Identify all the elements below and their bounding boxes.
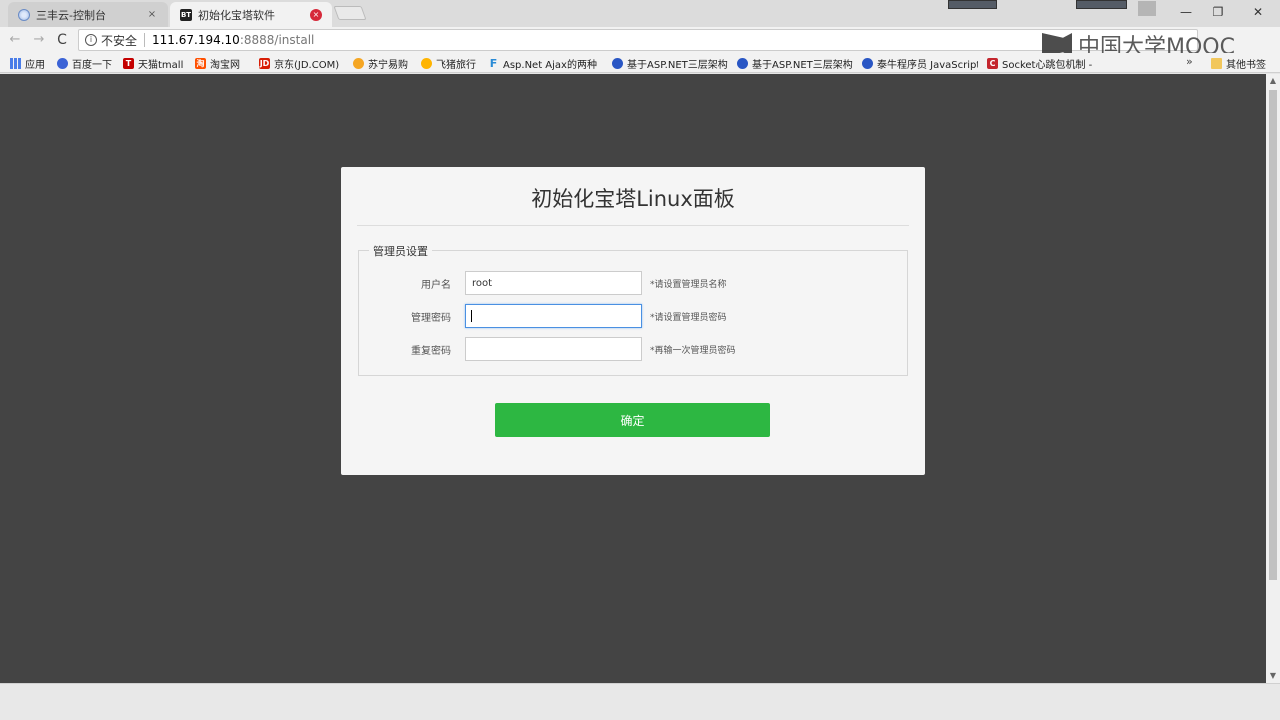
scroll-thumb[interactable] bbox=[1269, 90, 1277, 580]
password-label: 管理密码 bbox=[411, 313, 451, 324]
tab-close-icon[interactable]: × bbox=[146, 9, 158, 21]
username-row: 用户名 *请设置管理员名称 bbox=[359, 271, 907, 295]
security-label[interactable]: 不安全 bbox=[101, 32, 137, 49]
bookmark-apps[interactable]: 应用 bbox=[10, 55, 45, 71]
recorder-thumbnail bbox=[948, 0, 997, 9]
bookmark-suning[interactable]: 苏宁易购 bbox=[353, 55, 408, 71]
page-title: 初始化宝塔Linux面板 bbox=[531, 187, 735, 211]
password-hint: *请设置管理员密码 bbox=[650, 313, 727, 323]
username-hint: *请设置管理员名称 bbox=[650, 280, 727, 290]
recorder-thumbnail bbox=[1076, 0, 1127, 9]
confirm-button[interactable]: 确定 bbox=[495, 403, 770, 437]
globe-icon bbox=[18, 8, 30, 21]
divider bbox=[357, 225, 909, 226]
url-host: 111.67.194.10 bbox=[152, 33, 240, 47]
tmall-icon: T bbox=[123, 57, 134, 69]
f-icon: F bbox=[489, 56, 498, 70]
bookmark-tmall[interactable]: T 天猫tmall bbox=[123, 55, 183, 71]
folder-icon bbox=[1211, 57, 1222, 69]
reload-button[interactable]: C bbox=[53, 31, 71, 49]
tab-strip: 三丰云-控制台 × BT 初始化宝塔软件 × — ❐ ✕ bbox=[0, 0, 1280, 27]
bookmark-other[interactable]: 其他书签 bbox=[1211, 55, 1280, 71]
tab-bt-install[interactable]: BT 初始化宝塔软件 × bbox=[170, 2, 332, 27]
play-icon bbox=[862, 57, 873, 69]
tab-close-icon[interactable]: × bbox=[310, 8, 322, 21]
bookmark-aspnet-1[interactable]: 基于ASP.NET三层架构 bbox=[612, 55, 728, 71]
info-icon[interactable]: i bbox=[85, 34, 97, 46]
text-caret bbox=[471, 310, 472, 322]
init-panel: 初始化宝塔Linux面板 管理员设置 用户名 *请设置管理员名称 管理密码 *请… bbox=[341, 167, 925, 475]
tab-title: 三丰云-控制台 bbox=[36, 8, 106, 22]
apps-icon bbox=[10, 57, 21, 69]
vertical-scrollbar[interactable]: ▲ ▼ bbox=[1266, 74, 1280, 683]
bookmark-baidu[interactable]: 百度一下 bbox=[57, 55, 112, 71]
back-button[interactable]: ← bbox=[6, 31, 24, 49]
scroll-down-icon[interactable]: ▼ bbox=[1266, 669, 1280, 683]
maximize-button[interactable]: ❐ bbox=[1208, 4, 1228, 20]
page-content: 初始化宝塔Linux面板 管理员设置 用户名 *请设置管理员名称 管理密码 *请… bbox=[0, 74, 1266, 720]
fieldset-legend: 管理员设置 bbox=[369, 243, 432, 259]
fliggy-icon bbox=[421, 57, 432, 69]
bookmarks-bar: 应用 百度一下 T 天猫tmall 淘淘宝网 JD 京东(JD.COM) 苏宁易购 … bbox=[0, 53, 1280, 73]
profile-icon[interactable] bbox=[1138, 1, 1156, 16]
username-label: 用户名 bbox=[421, 280, 451, 291]
taobao-icon: 淘 bbox=[195, 57, 206, 69]
username-input[interactable] bbox=[465, 271, 642, 295]
bookmark-aspnet-2[interactable]: 基于ASP.NET三层架构 bbox=[737, 55, 853, 71]
address-bar[interactable]: i 不安全 111.67.194.10 :8888/install bbox=[78, 29, 1198, 51]
socket-icon: C bbox=[987, 57, 998, 69]
tab-sanfengyun[interactable]: 三丰云-控制台 × bbox=[8, 2, 168, 27]
bookmarks-overflow-button[interactable]: » bbox=[1186, 55, 1193, 68]
repeat-password-label: 重复密码 bbox=[411, 346, 451, 357]
new-tab-button[interactable] bbox=[333, 6, 367, 20]
suning-icon bbox=[353, 57, 364, 69]
scroll-up-icon[interactable]: ▲ bbox=[1266, 74, 1280, 88]
status-bar bbox=[0, 683, 1280, 720]
tab-title: 初始化宝塔软件 bbox=[198, 8, 275, 22]
url-path: :8888/install bbox=[239, 33, 315, 47]
play-icon bbox=[737, 57, 748, 69]
play-icon bbox=[612, 57, 623, 69]
bookmark-jd[interactable]: JD 京东(JD.COM) bbox=[259, 55, 339, 71]
repeat-password-hint: *再输一次管理员密码 bbox=[650, 346, 736, 356]
divider bbox=[144, 33, 146, 47]
minimize-button[interactable]: — bbox=[1176, 4, 1196, 20]
jd-icon: JD bbox=[259, 57, 270, 69]
repeat-password-input[interactable] bbox=[465, 337, 642, 361]
password-input[interactable] bbox=[465, 304, 642, 328]
bookmark-javascript[interactable]: 泰牛程序员 JavaScript bbox=[862, 55, 978, 71]
bookmark-taobao[interactable]: 淘淘宝网 bbox=[195, 55, 240, 71]
bookmark-fliggy[interactable]: 飞猪旅行 bbox=[421, 55, 476, 71]
baidu-paw-icon bbox=[57, 57, 68, 69]
repeat-password-row: 重复密码 *再输一次管理员密码 bbox=[359, 337, 907, 361]
admin-settings-fieldset: 管理员设置 用户名 *请设置管理员名称 管理密码 *请设置管理员密码 重复密码 … bbox=[358, 243, 908, 376]
bookmark-socket[interactable]: C Socket心跳包机制 - bbox=[987, 55, 1101, 71]
bookmark-aspnet-ajax[interactable]: F Asp.Net Ajax的两种 bbox=[488, 55, 606, 71]
forward-button[interactable]: → bbox=[30, 31, 48, 49]
password-row: 管理密码 *请设置管理员密码 bbox=[359, 304, 907, 328]
window-close-button[interactable]: ✕ bbox=[1248, 4, 1268, 20]
bt-logo-icon: BT bbox=[180, 8, 192, 21]
